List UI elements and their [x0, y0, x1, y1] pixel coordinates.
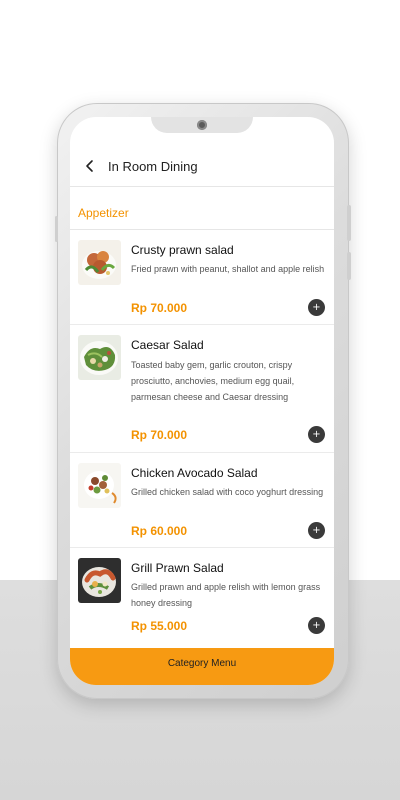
item-price: Rp 70.000 — [131, 301, 188, 315]
dish-image-caesar-salad — [78, 335, 121, 380]
section-title: Appetizer — [78, 206, 129, 220]
plus-icon: + — [312, 302, 321, 313]
item-name: Crusty prawn salad — [131, 243, 234, 257]
menu-item[interactable]: Grill Prawn Salad Grilled prawn and appl… — [70, 548, 334, 647]
menu-item[interactable]: Caesar Salad Toasted baby gem, garlic cr… — [70, 325, 334, 453]
item-price: Rp 55.000 — [131, 619, 188, 633]
add-item-button[interactable]: + — [308, 299, 325, 316]
add-item-button[interactable]: + — [308, 522, 325, 539]
category-menu-button[interactable]: Category Menu — [70, 648, 334, 685]
dish-image-chicken-avocado-salad — [78, 463, 121, 508]
item-description: Fried prawn with peanut, shallot and app… — [131, 264, 325, 274]
add-item-button[interactable]: + — [308, 426, 325, 443]
item-name: Caesar Salad — [131, 338, 204, 352]
phone-volume-button — [347, 205, 351, 241]
item-description: Grilled chicken salad with coco yoghurt … — [131, 487, 324, 497]
item-name: Grill Prawn Salad — [131, 561, 224, 575]
section-header: Appetizer — [70, 187, 334, 230]
plus-icon: + — [312, 620, 321, 631]
category-menu-label: Category Menu — [167, 658, 237, 669]
item-price: Rp 70.000 — [131, 428, 188, 442]
item-name: Chicken Avocado Salad — [131, 466, 258, 480]
menu-item[interactable]: Chicken Avocado Salad Grilled chicken sa… — [70, 453, 334, 548]
item-description: Grilled prawn and apple relish with lemo… — [131, 582, 321, 608]
dish-image-crusty-prawn-salad — [78, 240, 121, 285]
plus-icon: + — [312, 525, 321, 536]
item-price: Rp 60.000 — [131, 524, 188, 538]
phone-side-button — [55, 216, 58, 242]
back-arrow-icon[interactable] — [84, 158, 96, 174]
camera-icon — [197, 120, 207, 130]
phone-power-button — [347, 252, 351, 280]
phone-screen: In Room Dining Appetizer Crusty prawn sa… — [70, 117, 334, 685]
add-item-button[interactable]: + — [308, 617, 325, 634]
dish-image-grill-prawn-salad — [78, 558, 121, 603]
plus-icon: + — [312, 429, 321, 440]
menu-item[interactable]: Crusty prawn salad Fried prawn with pean… — [70, 230, 334, 325]
page-title: In Room Dining — [108, 159, 198, 174]
app-header: In Room Dining — [70, 147, 334, 187]
item-description: Toasted baby gem, garlic crouton, crispy… — [131, 360, 295, 402]
